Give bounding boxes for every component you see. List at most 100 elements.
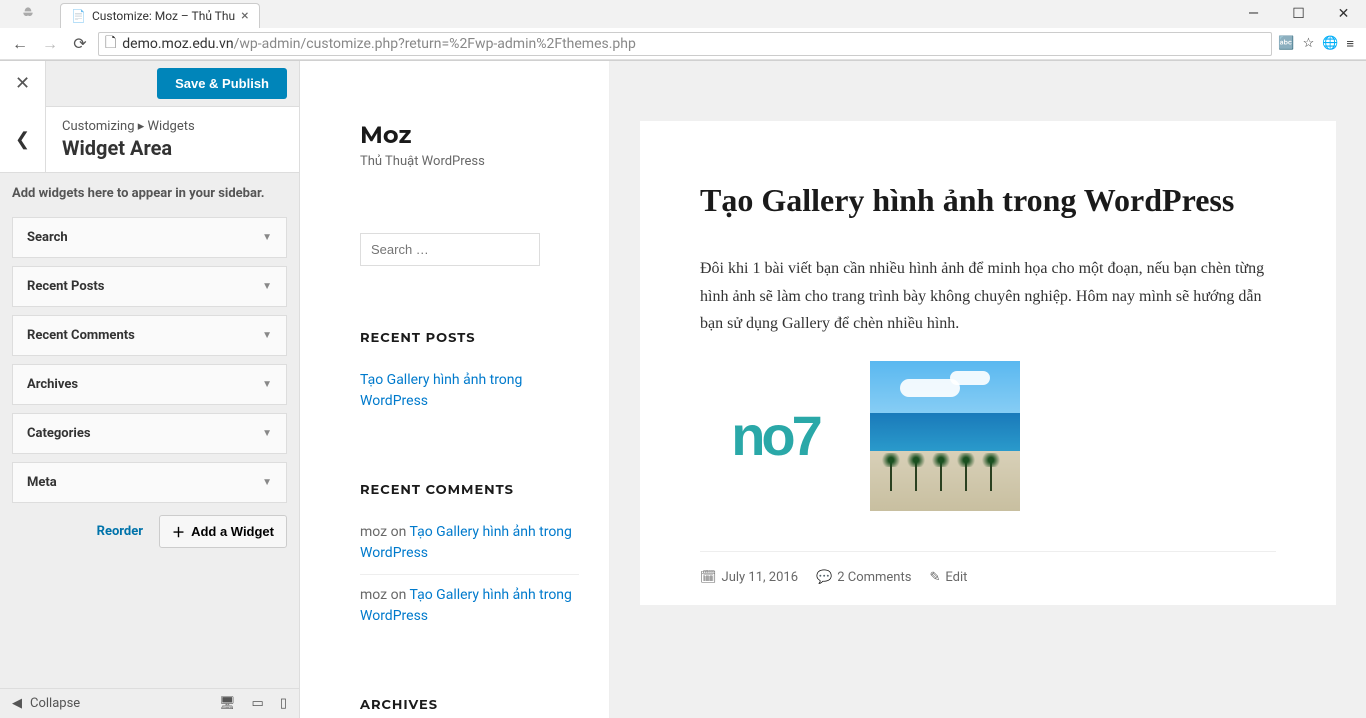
nav-bar: ← → ⟳ 🗋 demo.moz.edu.vn/wp-admin/customi…	[0, 28, 1366, 60]
chevron-down-icon: ▼	[262, 232, 272, 243]
search-input[interactable]	[360, 233, 540, 266]
widget-item-archives[interactable]: Archives ▼	[12, 364, 287, 405]
widget-title: RECENT COMMENTS	[360, 482, 579, 498]
customizer-header: ✕ Save & Publish	[0, 61, 299, 107]
url-path: /wp-admin/customize.php?return=%2Fwp-adm…	[234, 36, 636, 52]
comment-icon: 💬	[816, 570, 832, 585]
widget-item-recent-posts[interactable]: Recent Posts ▼	[12, 266, 287, 307]
menu-icon[interactable]: ≡	[1346, 36, 1354, 52]
close-panel-button[interactable]: ✕	[0, 61, 46, 107]
widget-title: ARCHIVES	[360, 697, 579, 713]
tablet-icon[interactable]: ▭	[252, 696, 264, 711]
tab-close-icon[interactable]: ×	[241, 8, 248, 24]
widget-label: Archives	[27, 377, 78, 392]
post-title[interactable]: Tạo Gallery hình ảnh trong WordPress	[700, 181, 1276, 219]
tab-bar: 📄 Customize: Moz – Thủ Thu × — ☐ ✕	[0, 0, 1366, 28]
gallery-image-beach[interactable]	[870, 361, 1020, 511]
chevron-down-icon: ▼	[262, 477, 272, 488]
site-title[interactable]: Moz	[360, 121, 579, 150]
browser-chrome: 📄 Customize: Moz – Thủ Thu × — ☐ ✕ ← → ⟳…	[0, 0, 1366, 61]
desktop-icon[interactable]: 🖥	[219, 696, 236, 711]
widget-label: Recent Posts	[27, 279, 104, 294]
preview-main: Tạo Gallery hình ảnh trong WordPress Đôi…	[610, 61, 1366, 718]
widget-item-categories[interactable]: Categories ▼	[12, 413, 287, 454]
tab-title: Customize: Moz – Thủ Thu	[92, 9, 235, 23]
app: ✕ Save & Publish ❮ Customizing ▸ Widgets…	[0, 61, 1366, 718]
recent-comment-item: moz on Tạo Gallery hình ảnh trong WordPr…	[360, 574, 579, 633]
incognito-icon	[8, 2, 48, 26]
widget-label: Recent Comments	[27, 328, 135, 343]
chevron-down-icon: ▼	[262, 379, 272, 390]
comment-author[interactable]: moz	[360, 587, 387, 603]
breadcrumb-row: ❮ Customizing ▸ Widgets Widget Area	[0, 107, 299, 173]
device-preview-icons: 🖥 ▭ ▯	[219, 696, 287, 711]
forward-button[interactable]: →	[38, 32, 62, 56]
panel-title: Widget Area	[62, 136, 283, 160]
close-button[interactable]: ✕	[1321, 0, 1366, 28]
on-label: on	[391, 524, 407, 540]
back-button[interactable]: ←	[8, 32, 32, 56]
plus-icon: ＋	[172, 522, 185, 541]
save-publish-button[interactable]: Save & Publish	[157, 68, 287, 99]
minimize-button[interactable]: —	[1231, 0, 1276, 28]
breadcrumb: Customizing ▸ Widgets	[62, 119, 283, 134]
archives-widget: ARCHIVES July 2016	[360, 697, 579, 718]
chevron-left-icon: ◀	[12, 696, 22, 711]
help-text: Add widgets here to appear in your sideb…	[12, 185, 287, 203]
customizer-body: Add widgets here to appear in your sideb…	[0, 173, 299, 688]
recent-posts-widget: RECENT POSTS Tạo Gallery hình ảnh trong …	[360, 330, 579, 418]
chevron-down-icon: ▼	[262, 428, 272, 439]
comment-author[interactable]: moz	[360, 524, 387, 540]
widget-label: Categories	[27, 426, 91, 441]
mobile-icon[interactable]: ▯	[280, 696, 287, 711]
preview-sidebar: Moz Thủ Thuật WordPress RECENT POSTS Tạo…	[300, 61, 610, 718]
widget-item-search[interactable]: Search ▼	[12, 217, 287, 258]
chevron-down-icon: ▼	[262, 330, 272, 341]
browser-tab[interactable]: 📄 Customize: Moz – Thủ Thu ×	[60, 3, 260, 28]
widget-actions: Reorder ＋ Add a Widget	[12, 515, 287, 548]
widget-item-recent-comments[interactable]: Recent Comments ▼	[12, 315, 287, 356]
translate-icon[interactable]: 🔤	[1278, 36, 1294, 51]
recent-post-link[interactable]: Tạo Gallery hình ảnh trong WordPress	[360, 364, 579, 418]
search-widget	[360, 233, 579, 266]
gallery: no7	[700, 361, 1276, 511]
on-label: on	[391, 587, 407, 603]
post-date[interactable]: 🗓 July 11, 2016	[700, 570, 798, 585]
widget-label: Search	[27, 230, 68, 245]
widget-title: RECENT POSTS	[360, 330, 579, 346]
reorder-link[interactable]: Reorder	[97, 524, 143, 539]
maximize-button[interactable]: ☐	[1276, 0, 1321, 28]
recent-comment-item: moz on Tạo Gallery hình ảnh trong WordPr…	[360, 516, 579, 570]
window-controls: — ☐ ✕	[1231, 0, 1366, 28]
globe-icon[interactable]: 🌐	[1322, 36, 1338, 51]
gallery-image-logo[interactable]: no7	[700, 361, 850, 511]
url-domain: demo.moz.edu.vn	[122, 36, 233, 52]
page-icon: 📄	[71, 9, 86, 23]
bookmark-icon[interactable]: ☆	[1303, 36, 1315, 51]
site-description: Thủ Thuật WordPress	[360, 154, 579, 169]
calendar-icon: 🗓	[700, 570, 717, 585]
customizer-footer: ◀ Collapse 🖥 ▭ ▯	[0, 688, 299, 718]
collapse-button[interactable]: ◀ Collapse	[12, 696, 80, 711]
customizer-panel: ✕ Save & Publish ❮ Customizing ▸ Widgets…	[0, 61, 300, 718]
edit-icon: ✎	[929, 570, 940, 585]
page-icon: 🗋	[105, 32, 116, 56]
widget-label: Meta	[27, 475, 57, 490]
chevron-down-icon: ▼	[262, 281, 272, 292]
widget-item-meta[interactable]: Meta ▼	[12, 462, 287, 503]
post-comments-link[interactable]: 💬 2 Comments	[816, 570, 911, 585]
post-edit-link[interactable]: ✎ Edit	[929, 570, 967, 585]
collapse-label: Collapse	[30, 696, 80, 711]
back-panel-button[interactable]: ❮	[0, 107, 46, 172]
post: Tạo Gallery hình ảnh trong WordPress Đôi…	[640, 121, 1336, 605]
url-bar[interactable]: 🗋 demo.moz.edu.vn/wp-admin/customize.php…	[98, 32, 1272, 56]
reload-button[interactable]: ⟳	[68, 32, 92, 56]
post-meta: 🗓 July 11, 2016 💬 2 Comments ✎ Edit	[700, 551, 1276, 585]
breadcrumb-prefix: Customizing ▸	[62, 119, 144, 134]
add-widget-label: Add a Widget	[191, 524, 274, 539]
recent-comments-widget: RECENT COMMENTS moz on Tạo Gallery hình …	[360, 482, 579, 633]
add-widget-button[interactable]: ＋ Add a Widget	[159, 515, 287, 548]
breadcrumb-section: Widgets	[148, 119, 195, 134]
preview-frame: Moz Thủ Thuật WordPress RECENT POSTS Tạo…	[300, 61, 1366, 718]
post-body: Đôi khi 1 bài viết bạn cần nhiều hình ản…	[700, 255, 1276, 337]
